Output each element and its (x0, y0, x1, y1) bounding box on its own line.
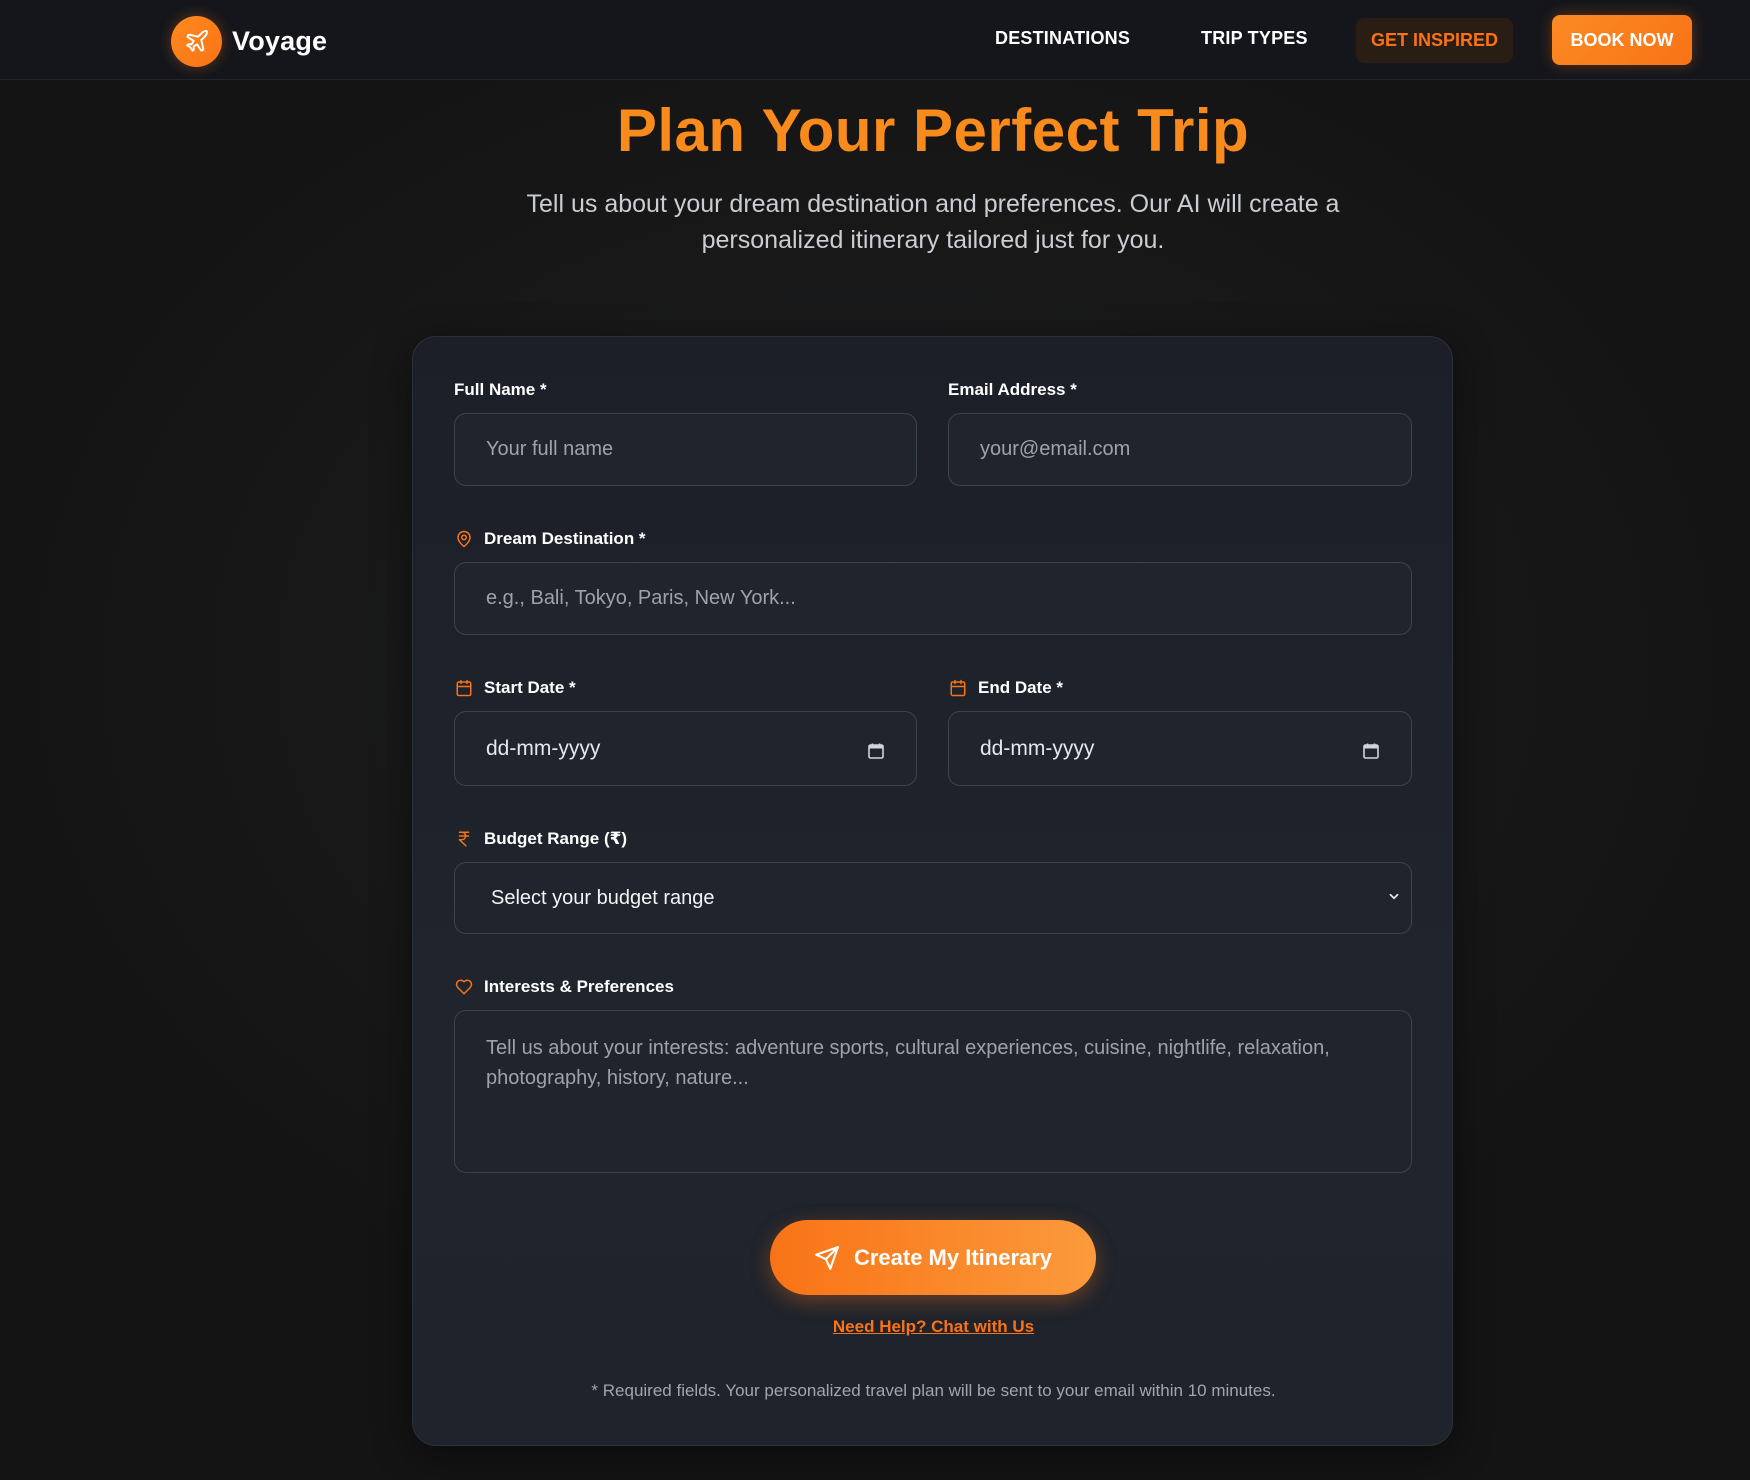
email-input[interactable]: your@email.com (948, 413, 1412, 486)
budget-select[interactable]: Select your budget range (454, 862, 1412, 934)
trip-form-card: Full Name * Your full name Email Address… (412, 336, 1453, 1446)
help-chat-link[interactable]: Need Help? Chat with Us (413, 1317, 1454, 1337)
calendar-icon (454, 678, 474, 698)
help-chat-link-text[interactable]: Need Help? Chat with Us (833, 1317, 1034, 1336)
page-subtitle: Tell us about your dream destination and… (526, 190, 1340, 254)
page-title: Plan Your Perfect Trip (616, 97, 1250, 164)
email-label: Email Address * (948, 380, 1077, 400)
budget-label-text: Budget Range (₹) (484, 829, 628, 848)
interests-label-text: Interests & Preferences (484, 977, 674, 996)
start-date-label: Start Date * (454, 678, 576, 698)
start-date-label-text: Start Date * (484, 678, 576, 697)
destination-placeholder: e.g., Bali, Tokyo, Paris, New York... (486, 587, 796, 609)
interests-textarea[interactable]: Tell us about your interests: adventure … (454, 1010, 1412, 1173)
brand[interactable]: Voyage (171, 15, 327, 67)
rupee-icon (454, 829, 474, 849)
start-date-value: dd-mm-yyyy (486, 736, 601, 760)
book-now-button[interactable]: BOOK NOW (1552, 15, 1692, 65)
send-icon (814, 1245, 840, 1271)
nav-destinations[interactable]: DESTINATIONS (995, 28, 1130, 49)
full-name-label: Full Name * (454, 380, 547, 400)
plane-icon (171, 15, 222, 67)
end-date-input[interactable]: dd-mm-yyyy (948, 711, 1412, 786)
calendar-picker-icon[interactable] (868, 741, 884, 759)
required-fields-note: * Required fields. Your personalized tra… (591, 1381, 1276, 1400)
full-name-input[interactable]: Your full name (454, 413, 917, 486)
end-date-label: End Date * (948, 678, 1063, 698)
heart-icon (454, 977, 474, 997)
end-date-label-text: End Date * (978, 678, 1064, 697)
full-name-placeholder: Your full name (486, 438, 614, 460)
top-navbar: Voyage DESTINATIONS TRIP TYPES GET INSPI… (0, 0, 1750, 80)
full-name-label-text: Full Name * (454, 380, 547, 399)
email-placeholder: your@email.com (980, 438, 1131, 460)
nav-trip-types[interactable]: TRIP TYPES (1201, 28, 1308, 49)
destination-label: Dream Destination * (454, 529, 646, 549)
interests-label: Interests & Preferences (454, 977, 674, 997)
interests-placeholder: Tell us about your interests: adventure … (486, 1037, 1330, 1089)
map-pin-icon (454, 529, 474, 549)
start-date-input[interactable]: dd-mm-yyyy (454, 711, 917, 786)
create-itinerary-label: Create My Itinerary (853, 1244, 1053, 1270)
destination-input[interactable]: e.g., Bali, Tokyo, Paris, New York... (454, 562, 1412, 635)
get-inspired-button[interactable]: GET INSPIRED (1356, 18, 1513, 63)
create-itinerary-button[interactable]: Create My Itinerary (770, 1220, 1096, 1295)
brand-name: Voyage (232, 25, 328, 56)
email-label-text: Email Address * (948, 380, 1077, 399)
budget-label: Budget Range (₹) (454, 829, 627, 849)
end-date-value: dd-mm-yyyy (980, 736, 1095, 760)
destination-label-text: Dream Destination * (484, 529, 646, 548)
budget-selected-value: Select your budget range (491, 886, 715, 909)
calendar-icon (948, 678, 968, 698)
calendar-picker-icon[interactable] (1363, 741, 1379, 759)
chevron-down-icon (1387, 887, 1401, 910)
